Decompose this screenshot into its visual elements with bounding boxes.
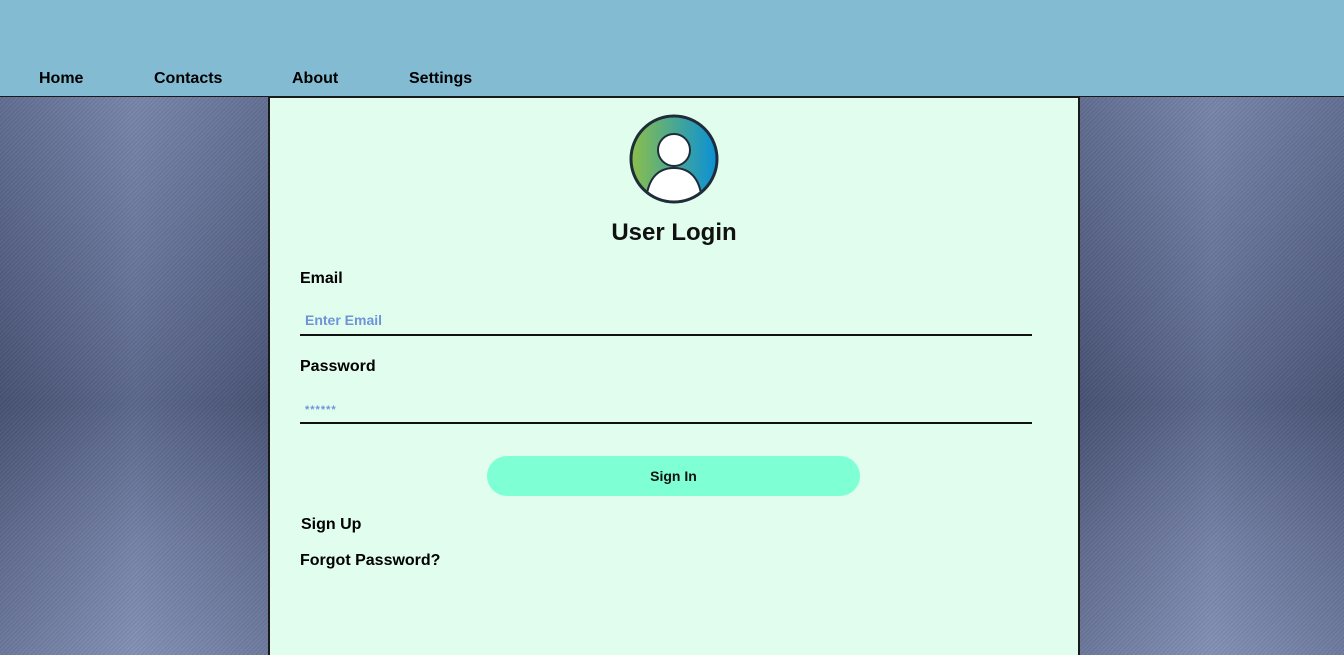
nav-item-about[interactable]: About — [292, 70, 338, 88]
page-title: User Login — [611, 219, 737, 246]
user-avatar-icon — [629, 114, 719, 204]
sign-in-button[interactable]: Sign In — [487, 456, 860, 496]
forgot-password-link[interactable]: Forgot Password? — [300, 552, 440, 570]
nav-item-home[interactable]: Home — [39, 70, 83, 88]
login-panel: User Login Email Password Sign In Sign U… — [268, 96, 1080, 655]
nav-item-contacts[interactable]: Contacts — [154, 70, 222, 88]
sign-up-link[interactable]: Sign Up — [301, 516, 361, 534]
left-background-panel — [0, 97, 269, 655]
nav-item-settings[interactable]: Settings — [409, 70, 472, 88]
right-background-panel — [1079, 97, 1344, 655]
top-navigation-bar: Home Contacts About Settings — [0, 0, 1344, 97]
password-field[interactable] — [300, 394, 1032, 424]
email-field[interactable] — [300, 306, 1032, 336]
email-label: Email — [300, 270, 343, 287]
password-label: Password — [300, 358, 376, 375]
